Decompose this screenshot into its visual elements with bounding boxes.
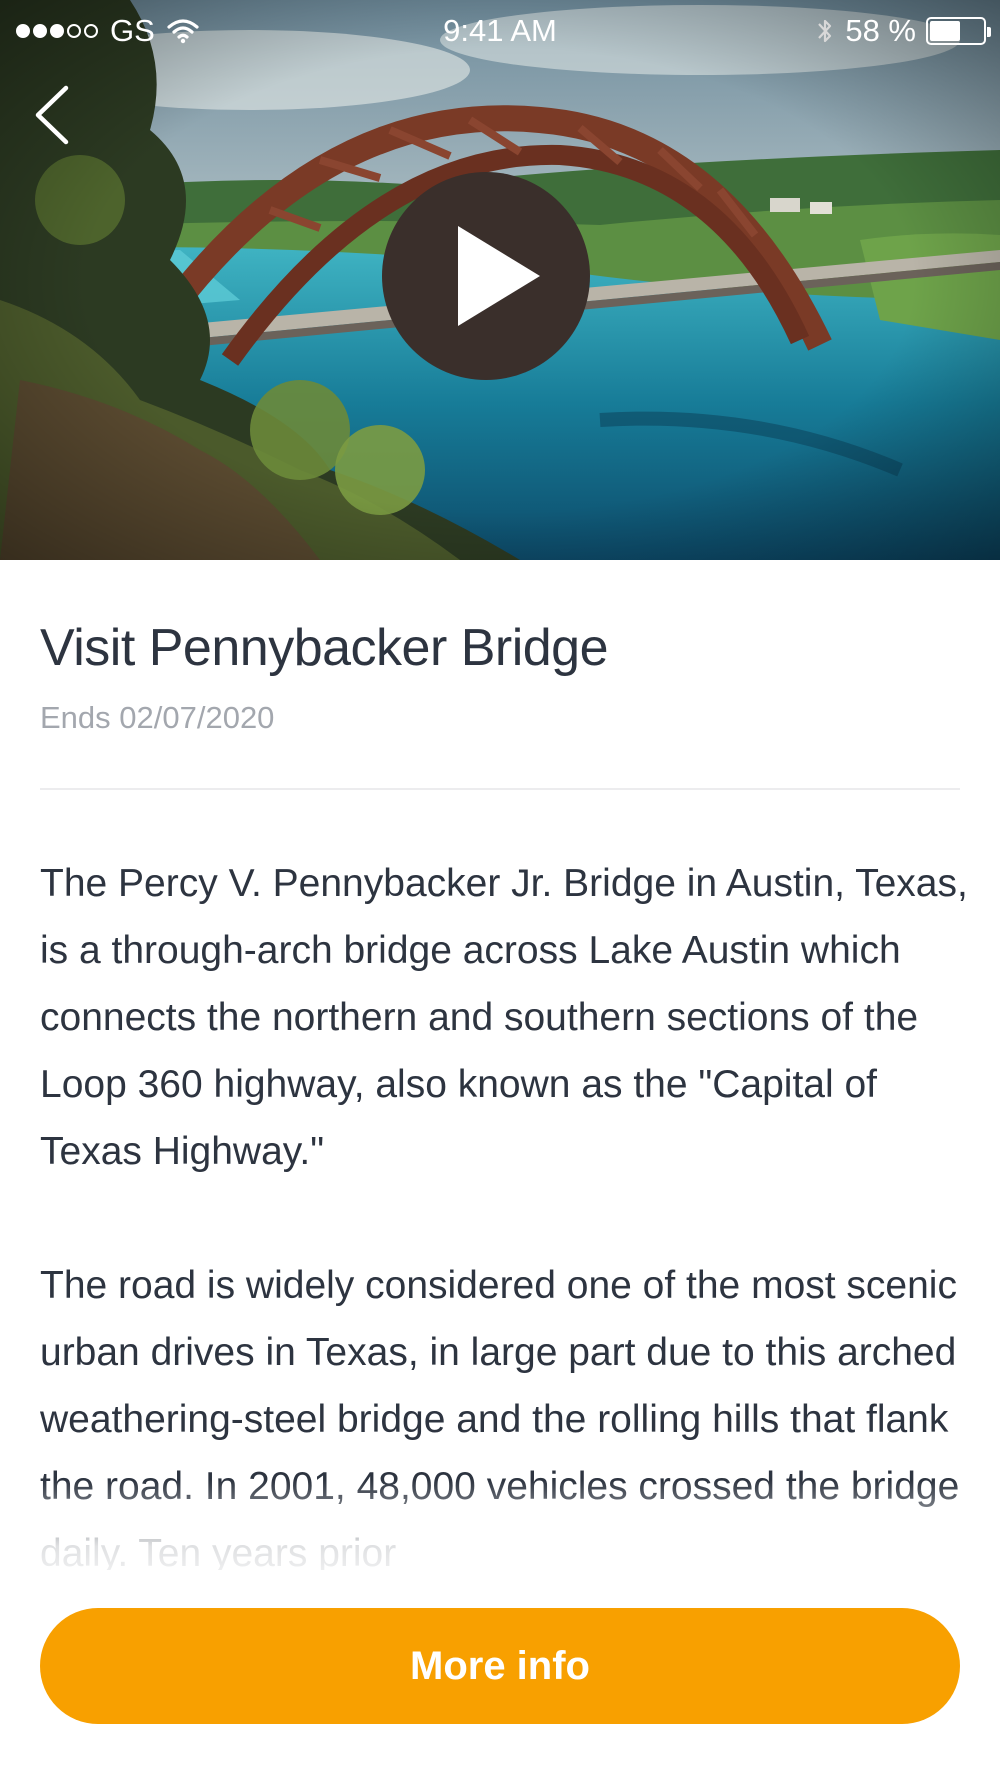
divider (40, 788, 960, 790)
battery-tip (987, 27, 991, 37)
play-icon (458, 226, 540, 326)
description-paragraph: The Percy V. Pennybacker Jr. Bridge in A… (40, 862, 968, 1173)
status-bar: GS 9:41 AM 58 % (0, 0, 1000, 62)
hero-image: GS 9:41 AM 58 % (0, 0, 1000, 560)
bluetooth-icon (818, 19, 832, 43)
text-fade-overlay (0, 1480, 1000, 1600)
battery-level (930, 21, 961, 41)
back-button[interactable] (30, 80, 80, 150)
battery-icon (926, 17, 991, 45)
status-bar-right: 58 % (815, 13, 991, 49)
end-date: Ends 02/07/2020 (40, 700, 275, 735)
more-info-button[interactable]: More info (40, 1608, 960, 1724)
play-video-button[interactable] (382, 172, 590, 380)
description: The Percy V. Pennybacker Jr. Bridge in A… (40, 850, 970, 1570)
battery-percent: 58 % (845, 13, 916, 48)
chevron-left-icon (35, 85, 69, 145)
page-title: Visit Pennybacker Bridge (40, 619, 609, 677)
